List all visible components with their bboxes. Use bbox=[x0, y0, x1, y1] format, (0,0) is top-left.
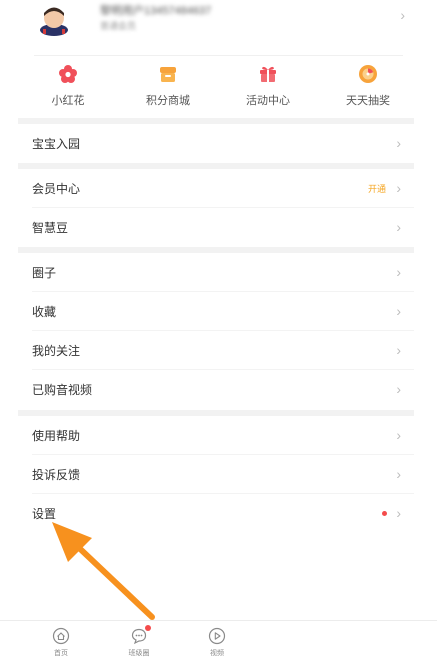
menu-item-settings[interactable]: 设置 › bbox=[18, 494, 414, 533]
flower-icon bbox=[59, 65, 77, 83]
chevron-right-icon: › bbox=[396, 180, 401, 196]
profile-name: 黎明用户13457484637 bbox=[100, 5, 212, 17]
tab-home[interactable]: 首页 bbox=[41, 627, 81, 658]
menu-item-label: 智慧豆 bbox=[32, 221, 69, 235]
menu-item-following[interactable]: 我的关注 › bbox=[18, 331, 414, 370]
chevron-right-icon: › bbox=[396, 219, 401, 235]
menu-item-label: 已购音视频 bbox=[32, 383, 93, 397]
menu-item-circle[interactable]: 圈子 › bbox=[18, 253, 414, 292]
menu-item-member-center[interactable]: 会员中心 开通 › bbox=[18, 169, 414, 208]
menu-item-favorites[interactable]: 收藏 › bbox=[18, 292, 414, 331]
menu-item-baby-garden[interactable]: 宝宝入园 › bbox=[18, 124, 414, 163]
menu-item-label: 收藏 bbox=[32, 305, 57, 319]
play-icon bbox=[208, 627, 226, 645]
profile-page: 黎明用户13457484637 普通会员 › 小红花 积分商城 活动中心 天天抽… bbox=[0, 0, 437, 666]
menu-item-label: 圈子 bbox=[32, 266, 57, 280]
home-icon bbox=[52, 627, 70, 645]
quick-action-flower[interactable]: 小红花 bbox=[18, 64, 118, 114]
tab-class-circle[interactable]: 班级圈 bbox=[119, 625, 159, 658]
avatar[interactable] bbox=[34, 4, 74, 36]
chevron-right-icon: › bbox=[396, 342, 401, 358]
gift-icon bbox=[260, 66, 276, 82]
chevron-right-icon: › bbox=[396, 381, 401, 397]
chevron-right-icon: › bbox=[396, 505, 401, 521]
shop-icon bbox=[160, 67, 176, 82]
quick-action-label: 积分商城 bbox=[146, 95, 190, 107]
quick-action-lottery[interactable]: 天天抽奖 bbox=[318, 64, 418, 114]
quick-action-label: 活动中心 bbox=[246, 95, 290, 107]
chevron-right-icon: › bbox=[396, 264, 401, 280]
menu-item-feedback[interactable]: 投诉反馈 › bbox=[18, 455, 414, 494]
tab-label: 首页 bbox=[54, 650, 68, 657]
menu-item-label: 我的关注 bbox=[32, 344, 81, 358]
chevron-right-icon: › bbox=[396, 135, 401, 151]
member-open-tag: 开通 bbox=[367, 184, 386, 194]
chevron-right-icon: › bbox=[400, 7, 405, 23]
chevron-right-icon: › bbox=[396, 303, 401, 319]
menu-item-label: 设置 bbox=[32, 507, 57, 521]
tab-label: 班级圈 bbox=[128, 650, 150, 657]
menu-item-help[interactable]: 使用帮助 › bbox=[18, 416, 414, 455]
tab-video[interactable]: 视频 bbox=[197, 627, 237, 658]
menu-item-label: 会员中心 bbox=[32, 182, 81, 196]
menu-item-label: 使用帮助 bbox=[32, 429, 81, 443]
divider bbox=[34, 55, 403, 56]
menu-item-purchased-media[interactable]: 已购音视频 › bbox=[18, 370, 414, 409]
chevron-right-icon: › bbox=[396, 427, 401, 443]
quick-action-label: 天天抽奖 bbox=[346, 95, 390, 107]
tab-label: 视频 bbox=[210, 650, 224, 657]
notification-dot bbox=[145, 625, 151, 631]
profile-subtitle: 普通会员 bbox=[100, 21, 137, 31]
quick-action-events[interactable]: 活动中心 bbox=[218, 64, 318, 114]
quick-actions: 小红花 积分商城 活动中心 天天抽奖 bbox=[18, 64, 418, 114]
bottom-tab-bar: 首页 班级圈 视频 bbox=[0, 620, 437, 666]
menu-item-wisdom-beans[interactable]: 智慧豆 › bbox=[18, 208, 414, 247]
menu-item-label: 投诉反馈 bbox=[32, 468, 81, 482]
notification-dot bbox=[382, 511, 387, 516]
quick-action-label: 小红花 bbox=[51, 95, 85, 107]
chevron-right-icon: › bbox=[396, 466, 401, 482]
quick-action-shop[interactable]: 积分商城 bbox=[118, 64, 218, 114]
lottery-icon bbox=[359, 65, 377, 83]
profile-header[interactable]: 黎明用户13457484637 普通会员 › bbox=[0, 0, 437, 56]
menu-item-label: 宝宝入园 bbox=[32, 137, 81, 151]
